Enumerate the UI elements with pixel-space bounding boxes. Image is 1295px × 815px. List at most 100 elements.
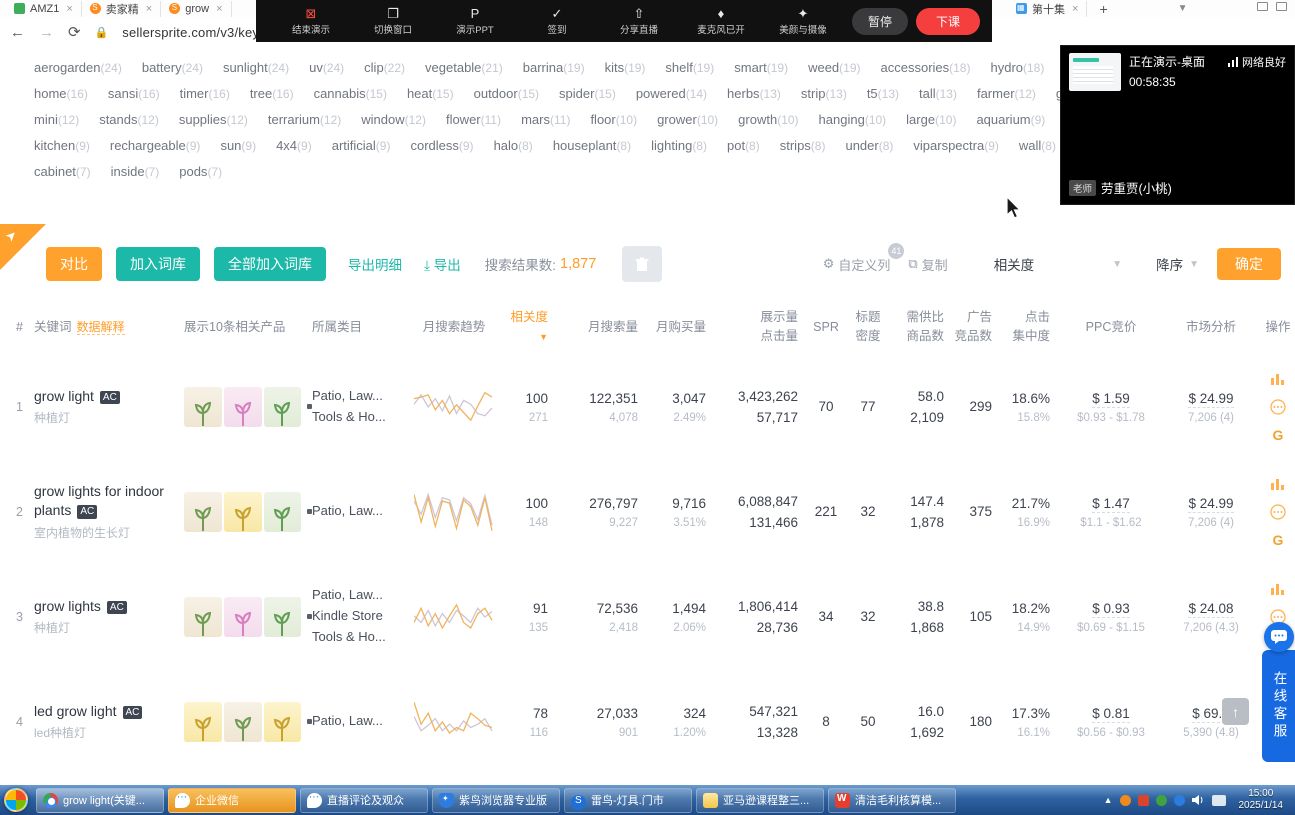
- keyword-tag[interactable]: hydro(18): [990, 60, 1044, 75]
- browser-tab-right[interactable]: 第十集 ×: [1008, 1, 1087, 17]
- keyword-tag[interactable]: wall(8): [1019, 138, 1056, 153]
- pause-button[interactable]: 暂停: [852, 8, 908, 35]
- category-name[interactable]: Kindle Store: [312, 606, 408, 627]
- category-name[interactable]: Patio, Law...: [312, 585, 408, 606]
- column-header[interactable]: 关键词数据解释: [34, 318, 184, 337]
- keyword-tag[interactable]: lighting(8): [651, 138, 707, 153]
- start-button[interactable]: [4, 788, 28, 812]
- keyword-tag[interactable]: uv(24): [309, 60, 344, 75]
- keyword-tag[interactable]: weed(19): [808, 60, 860, 75]
- keyword-tag[interactable]: herbs(13): [727, 86, 781, 101]
- taskbar-clock[interactable]: 15:00 2025/1/14: [1233, 788, 1290, 813]
- product-thumbnail[interactable]: [224, 597, 262, 637]
- google-trends-icon[interactable]: G: [1273, 534, 1284, 546]
- meeting-end-share-button[interactable]: ⊠ 结束演示: [270, 7, 352, 36]
- keyword-tag[interactable]: kitchen(9): [34, 138, 90, 153]
- product-thumbnail[interactable]: [224, 702, 262, 742]
- export-link[interactable]: ⤓ 导出: [424, 254, 461, 274]
- new-tab-button[interactable]: +: [1091, 1, 1115, 17]
- forward-icon[interactable]: →: [39, 24, 54, 41]
- product-thumbnail[interactable]: [224, 387, 262, 427]
- category-name[interactable]: Tools & Ho...: [312, 627, 408, 648]
- end-class-button[interactable]: 下课: [916, 8, 980, 35]
- keyword-tag[interactable]: halo(8): [494, 138, 533, 153]
- meeting-ppt-button[interactable]: P 演示PPT: [434, 7, 516, 36]
- keyword-cell[interactable]: grow lightsAC 种植灯: [34, 595, 184, 639]
- keyword-text[interactable]: grow lights for indoor plantsAC: [34, 482, 184, 520]
- keyword-tag[interactable]: strips(8): [780, 138, 826, 153]
- keyword-tag[interactable]: sun(9): [220, 138, 256, 153]
- keyword-tag[interactable]: tall(13): [919, 86, 957, 101]
- keyword-cell[interactable]: grow lights for indoor plantsAC 室内植物的生长灯: [34, 480, 184, 543]
- keyword-cell[interactable]: led grow lightAC led种植灯: [34, 700, 184, 744]
- keyword-tag[interactable]: home(16): [34, 86, 88, 101]
- keyword-tag[interactable]: timer(16): [180, 86, 230, 101]
- keyword-tag[interactable]: stands(12): [99, 112, 159, 127]
- reload-icon[interactable]: ⟳: [68, 23, 81, 41]
- column-header[interactable]: 相关度 ▼: [500, 308, 556, 346]
- keyword-tag[interactable]: under(8): [845, 138, 893, 153]
- keyword-tag[interactable]: battery(24): [142, 60, 203, 75]
- keyword-tag[interactable]: mars(11): [521, 112, 570, 127]
- keyword-tag[interactable]: powered(14): [636, 86, 707, 101]
- keyword-text[interactable]: grow lightsAC: [34, 597, 184, 616]
- keyword-text[interactable]: led grow lightAC: [34, 702, 184, 721]
- keyword-tag[interactable]: heat(15): [407, 86, 454, 101]
- add-to-lexicon-button[interactable]: 加入词库: [116, 247, 200, 281]
- panel-layout-icon[interactable]: [1276, 2, 1287, 11]
- keyword-tag[interactable]: outdoor(15): [474, 86, 539, 101]
- back-icon[interactable]: ←: [10, 24, 25, 41]
- taskbar-item[interactable]: 直播评论及观众: [300, 788, 428, 813]
- keyword-tag[interactable]: mini(12): [34, 112, 79, 127]
- tray-app-icon-red[interactable]: [1138, 795, 1149, 806]
- copy-button[interactable]: ⧉ 复制: [908, 255, 947, 274]
- keyword-tag[interactable]: barrina(19): [523, 60, 585, 75]
- keyword-tag[interactable]: flower(11): [446, 112, 501, 127]
- keyword-tag[interactable]: 4x4(9): [276, 138, 312, 153]
- taskbar-item[interactable]: 亚马逊课程整三...: [696, 788, 824, 813]
- keyword-tag[interactable]: pods(7): [179, 164, 222, 179]
- meeting-check-in-button[interactable]: ✓ 签到: [516, 7, 598, 36]
- online-service-button[interactable]: 在线客服: [1262, 650, 1295, 762]
- taskbar-item[interactable]: 清洁毛利核算模...: [828, 788, 956, 813]
- clear-button[interactable]: [622, 246, 662, 282]
- taskbar-item[interactable]: grow light(关键...: [36, 788, 164, 813]
- keyword-tag[interactable]: floor(10): [590, 112, 637, 127]
- category-name[interactable]: Tools & Ho...: [312, 407, 408, 428]
- close-tab-icon[interactable]: ×: [1072, 3, 1078, 15]
- close-tab-icon[interactable]: ×: [66, 3, 72, 15]
- keyword-tag[interactable]: cordless(9): [410, 138, 473, 153]
- product-thumbnail[interactable]: [184, 387, 222, 427]
- keyword-tag[interactable]: large(10): [906, 112, 956, 127]
- customize-columns-button[interactable]: ⚙ 自定义列 41: [823, 255, 891, 274]
- product-thumbnail[interactable]: [184, 597, 222, 637]
- keyword-tag[interactable]: tree(16): [250, 86, 294, 101]
- trend-chart-icon[interactable]: [1271, 477, 1285, 495]
- keyword-tag[interactable]: smart(19): [734, 60, 788, 75]
- more-options-icon[interactable]: [1270, 399, 1286, 420]
- taskbar-item[interactable]: 企业微信: [168, 788, 296, 813]
- keyword-tag[interactable]: kits(19): [605, 60, 646, 75]
- keyword-tag[interactable]: farmer(12): [977, 86, 1036, 101]
- keyword-tag[interactable]: window(12): [361, 112, 426, 127]
- trend-chart-icon[interactable]: [1271, 372, 1285, 390]
- google-trends-icon[interactable]: G: [1273, 429, 1284, 441]
- chevron-down-icon[interactable]: ▼: [1178, 3, 1188, 14]
- restore-window-icon[interactable]: [1257, 2, 1268, 11]
- keyword-tag[interactable]: t5(13): [867, 86, 899, 101]
- keyword-tag[interactable]: spider(15): [559, 86, 616, 101]
- browser-tab[interactable]: grow ×: [161, 1, 231, 17]
- language-indicator-icon[interactable]: [1212, 795, 1226, 806]
- keyword-tag[interactable]: clip(22): [364, 60, 405, 75]
- add-all-to-lexicon-button[interactable]: 全部加入词库: [214, 247, 326, 281]
- export-detail-link[interactable]: 导出明细: [348, 254, 402, 274]
- keyword-text[interactable]: grow lightAC: [34, 387, 184, 406]
- keyword-tag[interactable]: supplies(12): [179, 112, 248, 127]
- tray-expand-icon[interactable]: ▲: [1104, 795, 1113, 805]
- product-thumbnail[interactable]: [184, 702, 222, 742]
- more-options-icon[interactable]: [1270, 504, 1286, 525]
- keyword-tag[interactable]: accessories(18): [881, 60, 971, 75]
- taskbar-item[interactable]: 雷鸟-灯具.门市: [564, 788, 692, 813]
- category-name[interactable]: Patio, Law...: [312, 386, 408, 407]
- keyword-tag[interactable]: inside(7): [111, 164, 160, 179]
